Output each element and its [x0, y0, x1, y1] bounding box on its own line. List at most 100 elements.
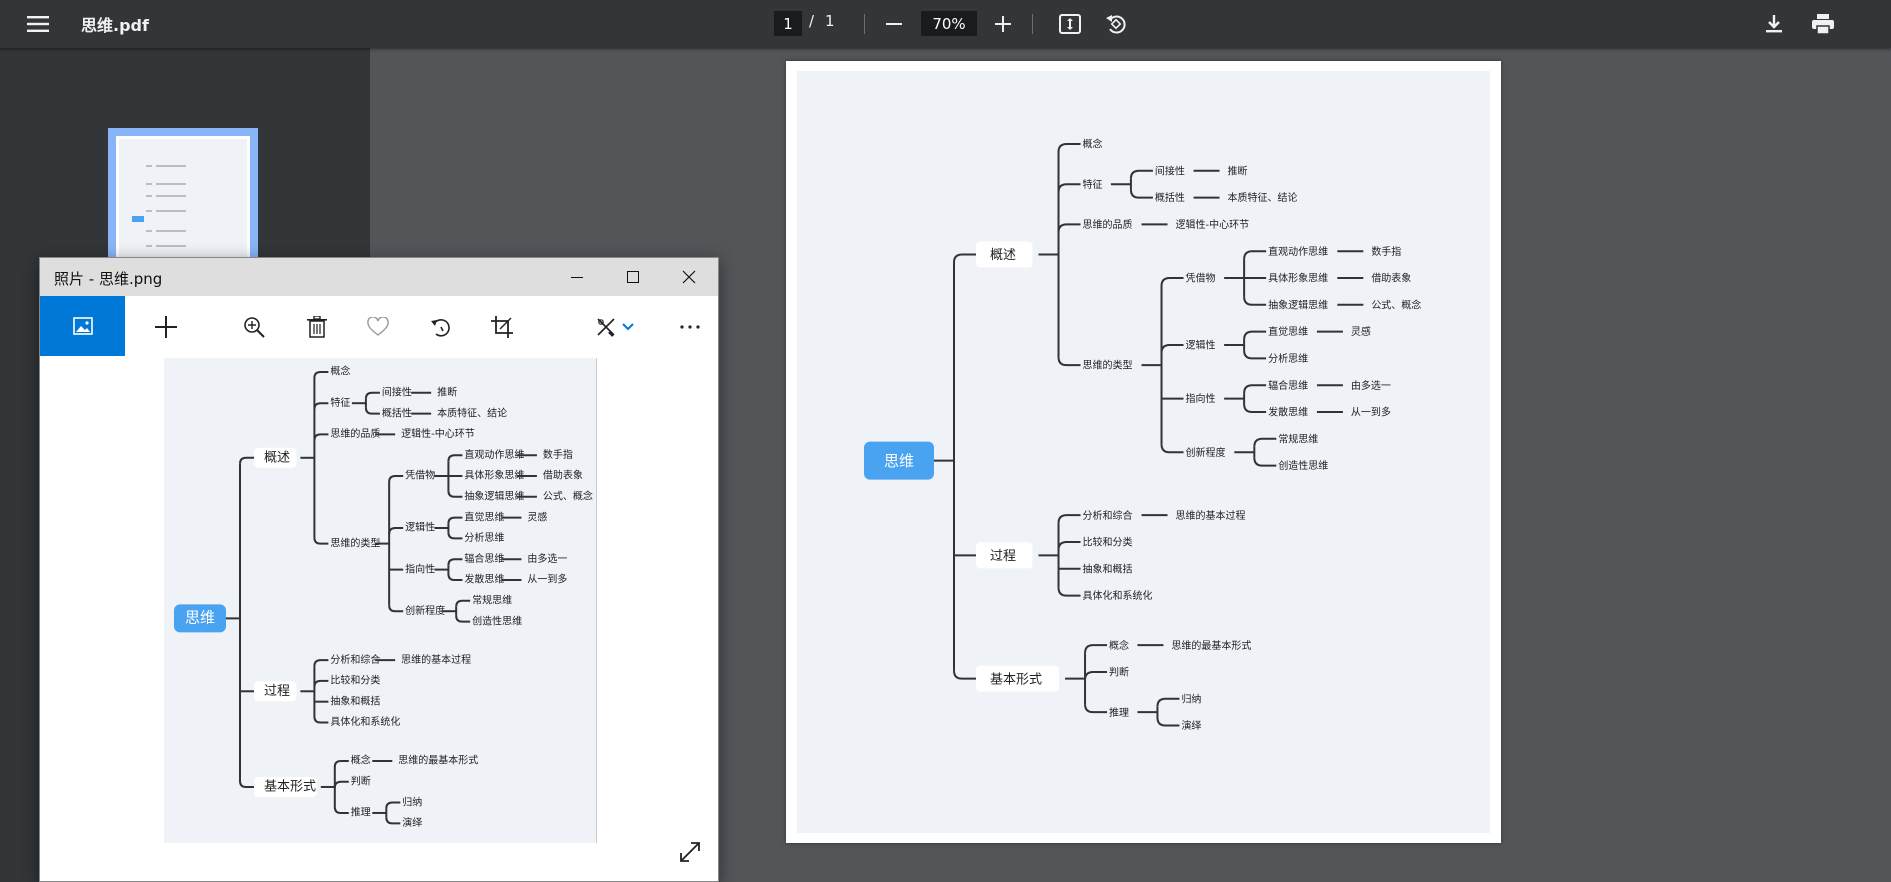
mindmap-topic-label[interactable]: 公式、概念 — [543, 490, 593, 503]
mindmap-topic-label[interactable]: 概念 — [1083, 138, 1103, 151]
maximize-button[interactable] — [610, 258, 656, 296]
zoom-out-button[interactable] — [880, 10, 908, 38]
mindmap-topic-label[interactable]: 比较和分类 — [330, 674, 380, 687]
mindmap-topic-label[interactable]: 比较和分类 — [1083, 536, 1133, 549]
mindmap-topic-label[interactable]: 具体形象思维 — [464, 469, 524, 482]
mindmap-topic-label[interactable]: 创新程度 — [405, 604, 445, 617]
close-button[interactable] — [666, 258, 712, 296]
fit-to-page-icon[interactable] — [1056, 10, 1084, 38]
mindmap-topic-label[interactable]: 分析和综合 — [1083, 509, 1133, 522]
mindmap-topic-label[interactable]: 由多选一 — [1351, 379, 1391, 392]
mindmap-topic-label[interactable]: 逻辑性 — [405, 521, 435, 534]
mindmap-topic-label[interactable]: 演绎 — [1181, 719, 1201, 732]
mindmap-topic-label[interactable]: 数手指 — [1371, 245, 1401, 258]
rotate-icon[interactable] — [426, 312, 456, 342]
mindmap-topic-label[interactable]: 灵感 — [527, 510, 547, 523]
mindmap-topic-label[interactable]: 抽象和概括 — [1083, 562, 1133, 575]
mindmap-topic-label[interactable]: 公式、概念 — [1371, 298, 1421, 311]
mindmap-topic-label[interactable]: 常规思维 — [472, 594, 512, 607]
chevron-down-icon[interactable] — [620, 312, 636, 342]
mindmap-topic-label[interactable]: 借助表象 — [543, 469, 583, 482]
mindmap-topic-label[interactable]: 常规思维 — [1278, 432, 1318, 445]
mindmap-topic-label[interactable]: 概括性 — [1155, 191, 1185, 204]
mindmap-topic-label[interactable]: 本质特征、结论 — [1228, 191, 1298, 204]
expand-icon[interactable] — [676, 838, 704, 866]
mindmap-topic-label[interactable]: 思维的最基本形式 — [398, 754, 478, 767]
delete-icon[interactable] — [302, 312, 332, 342]
page-number-input[interactable]: 1 — [774, 11, 802, 36]
mindmap-topic-label[interactable]: 思维的类型 — [1083, 359, 1133, 372]
mindmap-topic-label[interactable]: 发散思维 — [1268, 406, 1308, 419]
mindmap-topic-label[interactable]: 分析思维 — [464, 531, 504, 544]
mindmap-topic-label[interactable]: 特征 — [1083, 179, 1103, 191]
mindmap-topic-label[interactable]: 抽象和概括 — [330, 694, 380, 707]
minimize-button[interactable] — [554, 258, 600, 296]
mindmap-topic-label[interactable]: 思维的品质 — [1083, 218, 1133, 231]
mindmap-topic-label[interactable]: 思维的类型 — [330, 536, 380, 549]
mindmap-topic-label[interactable]: 创造性思维 — [472, 614, 522, 627]
mindmap-topic-label[interactable]: 逻辑性-中心环节 — [1176, 218, 1250, 231]
mindmap-topic-label[interactable]: 抽象逻辑思维 — [464, 490, 524, 503]
mindmap-topic-label[interactable]: 直觉思维 — [1268, 325, 1308, 338]
mindmap-topic-label[interactable]: 思维的最基本形式 — [1171, 639, 1251, 652]
mindmap-topic-label[interactable]: 直觉思维 — [464, 510, 504, 523]
mindmap-topic-label[interactable]: 推理 — [1109, 706, 1129, 719]
favorite-icon[interactable] — [363, 312, 393, 342]
mindmap-topic-label[interactable]: 借助表象 — [1371, 272, 1411, 285]
mindmap-topic-label[interactable]: 发散思维 — [464, 573, 504, 586]
more-icon[interactable] — [675, 312, 705, 342]
mindmap-topic-label[interactable]: 指向性 — [405, 562, 435, 575]
crop-icon[interactable] — [487, 312, 517, 342]
mindmap-topic-label[interactable]: 思维的基本过程 — [1176, 509, 1246, 522]
mindmap-topic-label[interactable]: 直观动作思维 — [464, 448, 524, 461]
rotate-icon[interactable] — [1102, 10, 1130, 38]
print-icon[interactable] — [1808, 9, 1838, 39]
mindmap-topic-label[interactable]: 具体形象思维 — [1268, 272, 1328, 285]
mindmap-topic-label[interactable]: 间接性 — [1155, 164, 1185, 177]
mindmap-topic-label[interactable]: 直观动作思维 — [1268, 245, 1328, 258]
mindmap-topic-label[interactable]: 思维的基本过程 — [401, 653, 471, 666]
mindmap-topic-label[interactable]: 判断 — [1109, 666, 1129, 679]
mindmap-topic-label[interactable]: 辐合思维 — [464, 552, 504, 565]
mindmap-topic-label[interactable]: 概念 — [330, 365, 350, 378]
mindmap-topic-label[interactable]: 推断 — [1228, 164, 1248, 177]
mindmap-topic-label[interactable]: 分析思维 — [1268, 352, 1308, 365]
photos-title-bar[interactable]: 照片 - 思维.png — [40, 258, 718, 296]
mindmap-topic-label[interactable]: 凭借物 — [1186, 272, 1216, 285]
mindmap-topic-label[interactable]: 辐合思维 — [1268, 379, 1308, 392]
mindmap-topic-label[interactable]: 思维的品质 — [330, 427, 380, 440]
mindmap-topic-label[interactable]: 归纳 — [402, 795, 422, 808]
mindmap-topic-label[interactable]: 本质特征、结论 — [437, 406, 507, 419]
mindmap-topic-label[interactable]: 推断 — [437, 386, 457, 399]
menu-icon[interactable] — [22, 10, 54, 38]
mindmap-topic-label[interactable]: 间接性 — [382, 386, 412, 399]
mindmap-topic-label[interactable]: 创新程度 — [1186, 446, 1226, 459]
mindmap-topic-label[interactable]: 推理 — [351, 806, 371, 819]
mindmap-topic-label[interactable]: 凭借物 — [405, 469, 435, 482]
mindmap-topic-label[interactable]: 判断 — [351, 774, 371, 787]
mindmap-topic-label[interactable]: 特征 — [330, 397, 350, 409]
edit-draw-icon[interactable] — [591, 312, 621, 342]
mindmap-topic-label[interactable]: 从一到多 — [527, 573, 567, 586]
mindmap-topic-label[interactable]: 由多选一 — [527, 552, 567, 565]
zoom-in-button[interactable] — [989, 10, 1017, 38]
mindmap-topic-label[interactable]: 分析和综合 — [330, 653, 380, 666]
photo-view-icon[interactable] — [40, 296, 125, 356]
add-icon[interactable] — [151, 312, 181, 342]
mindmap-topic-label[interactable]: 概念 — [1109, 639, 1129, 652]
mindmap-topic-label[interactable]: 概念 — [351, 754, 371, 767]
mindmap-topic-label[interactable]: 指向性 — [1186, 392, 1216, 405]
mindmap-topic-label[interactable]: 抽象逻辑思维 — [1268, 298, 1328, 311]
mindmap-topic-label[interactable]: 数手指 — [543, 448, 573, 461]
mindmap-topic-label[interactable]: 灵感 — [1351, 325, 1371, 338]
zoom-icon[interactable] — [239, 312, 269, 342]
download-icon[interactable] — [1759, 9, 1789, 39]
zoom-level-input[interactable]: 70% — [921, 11, 977, 36]
mindmap-topic-label[interactable]: 逻辑性-中心环节 — [401, 427, 475, 440]
mindmap-topic-label[interactable]: 从一到多 — [1351, 406, 1391, 419]
mindmap-topic-label[interactable]: 归纳 — [1181, 692, 1201, 705]
mindmap-topic-label[interactable]: 概括性 — [382, 406, 412, 419]
mindmap-topic-label[interactable]: 具体化和系统化 — [1083, 589, 1153, 602]
mindmap-topic-label[interactable]: 具体化和系统化 — [330, 715, 400, 728]
mindmap-topic-label[interactable]: 演绎 — [402, 816, 422, 829]
